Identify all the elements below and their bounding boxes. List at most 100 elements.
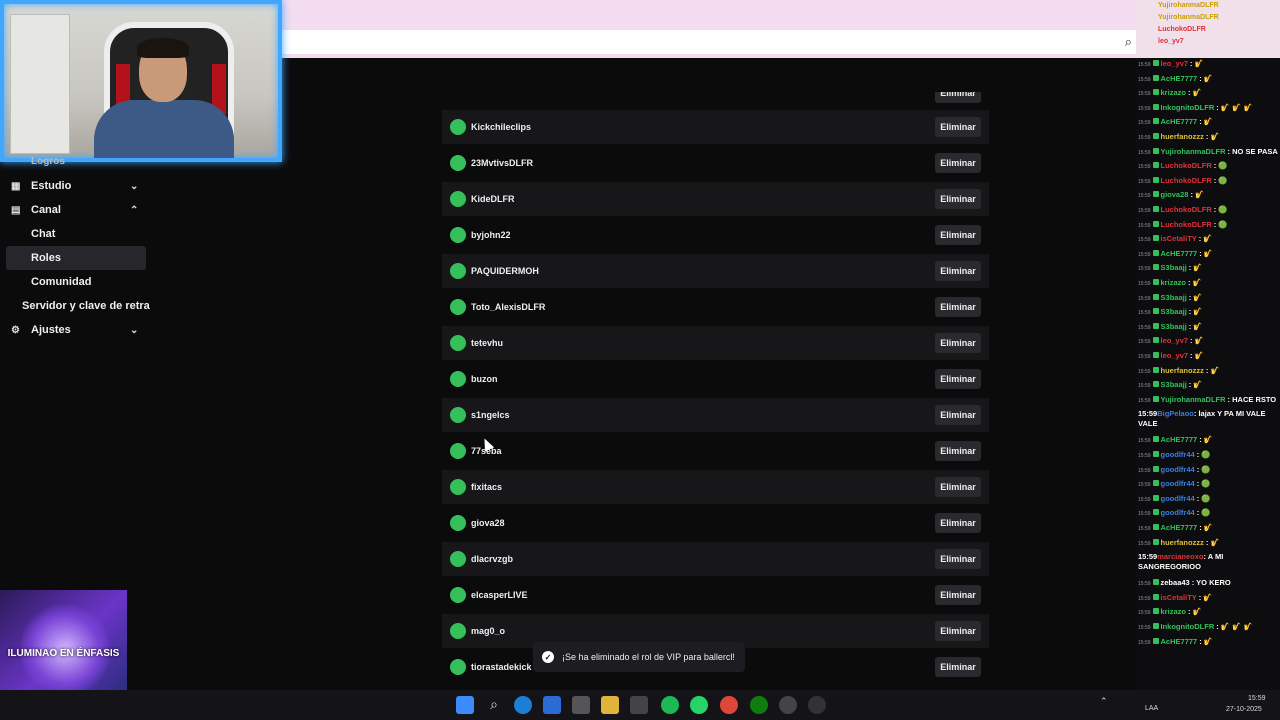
app-icon[interactable] — [779, 696, 797, 714]
user-name[interactable]: byjohn22 — [471, 230, 511, 240]
windows-start-icon[interactable] — [456, 696, 474, 714]
zoom-icon[interactable]: ⌕ — [1125, 34, 1132, 50]
spotify-icon[interactable] — [661, 696, 679, 714]
sidebar-item-estudio[interactable]: ▦ Estudio ⌄ — [0, 174, 150, 198]
store-icon[interactable] — [543, 696, 561, 714]
chat-username[interactable]: krizazo — [1161, 607, 1186, 616]
chat-username[interactable]: isCetaliTY — [1161, 234, 1197, 243]
chat-username[interactable]: AcHE7777 — [1161, 435, 1198, 444]
chat-username[interactable]: goodlfr44 — [1161, 450, 1195, 459]
remove-button[interactable]: Eliminar — [935, 513, 981, 533]
remove-button[interactable]: Eliminar — [935, 225, 981, 245]
remove-button[interactable]: Eliminar — [935, 585, 981, 605]
remove-button[interactable]: Eliminar — [935, 369, 981, 389]
folder-icon[interactable] — [601, 696, 619, 714]
chrome-icon[interactable] — [720, 696, 738, 714]
user-name[interactable]: elcasperLIVE — [471, 590, 528, 600]
chat-username[interactable]: AcHE7777 — [1161, 74, 1198, 83]
chat-username[interactable]: AcHE7777 — [1161, 249, 1198, 258]
user-name[interactable]: Kickchileclips — [471, 122, 531, 132]
remove-button[interactable]: Eliminar — [935, 441, 981, 461]
chat-username[interactable]: YujirohanmaDLFR — [1161, 395, 1226, 404]
app-icon[interactable] — [630, 696, 648, 714]
remove-button[interactable]: Eliminar — [935, 261, 981, 281]
chat-username[interactable]: isCetaliTY — [1161, 593, 1197, 602]
chat-username[interactable]: AcHE7777 — [1161, 117, 1198, 126]
chat-username[interactable]: LuchokoDLFR — [1161, 176, 1212, 185]
chat-username[interactable]: InkognitoDLFR — [1161, 103, 1215, 112]
chat-username[interactable]: zebaa43 — [1161, 578, 1190, 587]
remove-button[interactable]: Eliminar — [935, 92, 981, 103]
user-name[interactable]: KideDLFR — [471, 194, 515, 204]
chat-text: : 🎷 — [1187, 607, 1202, 617]
sidebar-item-canal[interactable]: ▤ Canal ⌃ — [0, 198, 150, 222]
chat-username[interactable]: huerfanozzz — [1161, 132, 1204, 141]
chat-username[interactable]: S3baajj — [1161, 293, 1187, 302]
chat-username[interactable]: goodlfr44 — [1161, 479, 1195, 488]
chat-username[interactable]: goodlfr44 — [1161, 465, 1195, 474]
sidebar-item-ajustes[interactable]: ⚙ Ajustes ⌄ — [0, 318, 150, 342]
chat-username[interactable]: leo_yv7 — [1161, 59, 1189, 68]
user-name[interactable]: mag0_o — [471, 626, 505, 636]
chat-message: 15:59 krizazo: 🎷 — [1138, 607, 1202, 617]
user-name[interactable]: fixitacs — [471, 482, 502, 492]
user-name[interactable]: s1ngelcs — [471, 410, 510, 420]
user-name[interactable]: 23MvtivsDLFR — [471, 158, 533, 168]
media-icon[interactable] — [808, 696, 826, 714]
chat-username[interactable]: krizazo — [1161, 278, 1186, 287]
chat-username[interactable]: goodlfr44 — [1161, 494, 1195, 503]
edge-icon[interactable] — [514, 696, 532, 714]
chat-username[interactable]: S3baajj — [1161, 263, 1187, 272]
remove-button[interactable]: Eliminar — [935, 333, 981, 353]
remove-button[interactable]: Eliminar — [935, 153, 981, 173]
chat-username[interactable]: AcHE7777 — [1161, 523, 1198, 532]
xbox-icon[interactable] — [750, 696, 768, 714]
chat-username[interactable]: goodlfr44 — [1161, 508, 1195, 517]
remove-button[interactable]: Eliminar — [935, 117, 981, 137]
chat-username[interactable]: krizazo — [1161, 88, 1186, 97]
language-indicator[interactable]: LAA — [1145, 705, 1158, 712]
address-bar[interactable]: ⌕ — [280, 30, 1136, 54]
clock-date[interactable]: 27-10-2025 — [1226, 706, 1262, 713]
chat-username[interactable]: huerfanozzz — [1161, 366, 1204, 375]
sidebar-item-roles[interactable]: Roles — [6, 246, 146, 270]
chat-username[interactable]: S3baajj — [1161, 307, 1187, 316]
chat-username[interactable]: giova28 — [1161, 190, 1189, 199]
remove-button[interactable]: Eliminar — [935, 621, 981, 641]
chat-username[interactable]: marcianeoxo — [1157, 552, 1203, 561]
remove-button[interactable]: Eliminar — [935, 297, 981, 317]
user-name[interactable]: dlacrvzgb — [471, 554, 513, 564]
user-name[interactable]: tiorastadekick — [471, 662, 532, 672]
chat-username[interactable]: LuchokoDLFR — [1161, 205, 1212, 214]
sidebar-item-logros[interactable]: Logros — [0, 152, 150, 170]
search-icon[interactable]: ⌕ — [485, 696, 503, 714]
tray-chevron-icon[interactable]: ⌃ — [1100, 696, 1108, 707]
app-icon[interactable] — [572, 696, 590, 714]
chat-username[interactable]: LuchokoDLFR — [1161, 220, 1212, 229]
chat-username[interactable]: AcHE7777 — [1161, 637, 1198, 646]
remove-button[interactable]: Eliminar — [935, 189, 981, 209]
sidebar-item-chat[interactable]: Chat — [0, 222, 150, 246]
remove-button[interactable]: Eliminar — [935, 657, 981, 677]
chat-username[interactable]: LuchokoDLFR — [1161, 161, 1212, 170]
chat-username[interactable]: BigPelaoo — [1157, 409, 1194, 418]
sidebar-item-comunidad[interactable]: Comunidad — [0, 270, 150, 294]
whatsapp-icon[interactable] — [690, 696, 708, 714]
user-name[interactable]: buzon — [471, 374, 498, 384]
user-name[interactable]: giova28 — [471, 518, 505, 528]
clock-time[interactable]: 15:59 — [1248, 695, 1266, 702]
chat-username[interactable]: S3baajj — [1161, 322, 1187, 331]
chat-username[interactable]: S3baajj — [1161, 380, 1187, 389]
chat-username[interactable]: leo_yv7 — [1161, 351, 1189, 360]
user-name[interactable]: tetevhu — [471, 338, 503, 348]
remove-button[interactable]: Eliminar — [935, 477, 981, 497]
user-name[interactable]: PAQUIDERMOH — [471, 266, 539, 276]
chat-username[interactable]: leo_yv7 — [1161, 336, 1189, 345]
sidebar-item-servidor[interactable]: Servidor y clave de retrans — [0, 294, 150, 318]
user-name[interactable]: Toto_AlexisDLFR — [471, 302, 545, 312]
remove-button[interactable]: Eliminar — [935, 549, 981, 569]
remove-button[interactable]: Eliminar — [935, 405, 981, 425]
chat-username[interactable]: YujirohanmaDLFR — [1161, 147, 1226, 156]
chat-username[interactable]: InkognitoDLFR — [1161, 622, 1215, 631]
chat-username[interactable]: huerfanozzz — [1161, 538, 1204, 547]
